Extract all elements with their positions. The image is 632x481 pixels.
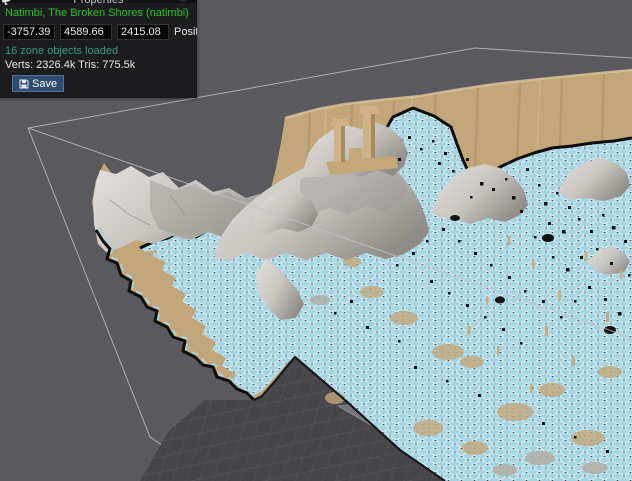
- position-label: Position: [174, 26, 197, 38]
- mesh-stats: Verts: 2326.4k Tris: 775.5k: [0, 57, 197, 71]
- save-floppy-icon: [19, 79, 29, 89]
- cursor-pointer-icon: [2, 0, 11, 8]
- position-z-field[interactable]: [117, 24, 169, 40]
- 3d-viewport[interactable]: Properties Natimbi, The Broken Shores (n…: [0, 0, 632, 481]
- panel-title: Properties: [0, 0, 197, 6]
- save-button-label: Save: [32, 78, 57, 90]
- position-x-field[interactable]: [3, 24, 55, 40]
- save-button[interactable]: Save: [12, 75, 64, 92]
- position-row: Position: [0, 21, 197, 42]
- properties-panel: Properties Natimbi, The Broken Shores (n…: [0, 0, 197, 98]
- panel-titlebar[interactable]: Properties: [0, 0, 197, 3]
- position-y-field[interactable]: [60, 24, 112, 40]
- zone-objects-status: 16 zone objects loaded: [0, 42, 197, 57]
